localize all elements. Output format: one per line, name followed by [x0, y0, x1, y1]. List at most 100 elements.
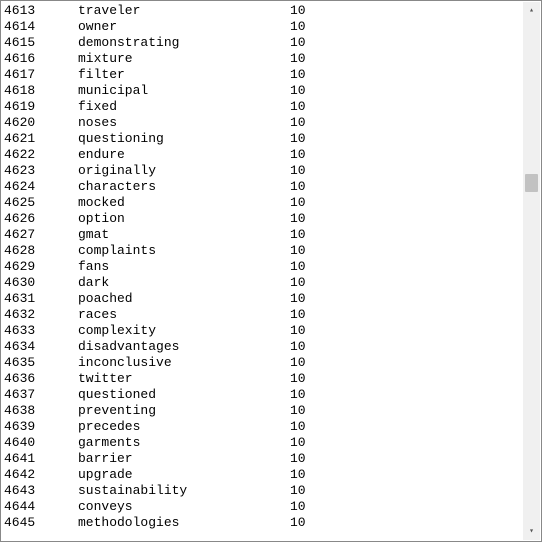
word-cell: garments [78, 435, 290, 451]
table-row[interactable]: 4621questioning10 [1, 131, 523, 147]
count-cell: 10 [290, 387, 306, 403]
line-number: 4639 [4, 419, 78, 435]
word-cell: questioned [78, 387, 290, 403]
table-row[interactable]: 4614owner10 [1, 19, 523, 35]
table-row[interactable]: 4625mocked10 [1, 195, 523, 211]
count-cell: 10 [290, 371, 306, 387]
word-cell: traveler [78, 3, 290, 19]
count-cell: 10 [290, 3, 306, 19]
word-cell: disadvantages [78, 339, 290, 355]
line-number: 4613 [4, 3, 78, 19]
word-cell: owner [78, 19, 290, 35]
count-cell: 10 [290, 499, 306, 515]
count-cell: 10 [290, 147, 306, 163]
table-row[interactable]: 4635inconclusive10 [1, 355, 523, 371]
count-cell: 10 [290, 467, 306, 483]
word-cell: inconclusive [78, 355, 290, 371]
count-cell: 10 [290, 131, 306, 147]
count-cell: 10 [290, 211, 306, 227]
table-row[interactable]: 4641barrier10 [1, 451, 523, 467]
text-content-area[interactable]: 4613traveler104614owner104615demonstrati… [1, 3, 523, 541]
table-row[interactable]: 4624characters10 [1, 179, 523, 195]
table-row[interactable]: 4620noses10 [1, 115, 523, 131]
table-row[interactable]: 4628complaints10 [1, 243, 523, 259]
table-row[interactable]: 4645methodologies10 [1, 515, 523, 531]
word-cell: mocked [78, 195, 290, 211]
count-cell: 10 [290, 99, 306, 115]
table-row[interactable]: 4613traveler10 [1, 3, 523, 19]
table-row[interactable]: 4627gmat10 [1, 227, 523, 243]
scroll-down-button[interactable]: ▾ [523, 523, 540, 540]
word-cell: conveys [78, 499, 290, 515]
table-row[interactable]: 4616mixture10 [1, 51, 523, 67]
count-cell: 10 [290, 451, 306, 467]
table-row[interactable]: 4617filter10 [1, 67, 523, 83]
line-number: 4617 [4, 67, 78, 83]
count-cell: 10 [290, 19, 306, 35]
line-number: 4642 [4, 467, 78, 483]
table-row[interactable]: 4632races10 [1, 307, 523, 323]
table-row[interactable]: 4637questioned10 [1, 387, 523, 403]
line-number: 4640 [4, 435, 78, 451]
count-cell: 10 [290, 243, 306, 259]
scroll-up-button[interactable]: ▴ [523, 2, 540, 19]
word-cell: twitter [78, 371, 290, 387]
line-number: 4627 [4, 227, 78, 243]
count-cell: 10 [290, 355, 306, 371]
line-number: 4628 [4, 243, 78, 259]
count-cell: 10 [290, 275, 306, 291]
word-cell: questioning [78, 131, 290, 147]
line-number: 4614 [4, 19, 78, 35]
table-row[interactable]: 4633complexity10 [1, 323, 523, 339]
count-cell: 10 [290, 515, 306, 531]
count-cell: 10 [290, 259, 306, 275]
count-cell: 10 [290, 195, 306, 211]
table-row[interactable]: 4629fans10 [1, 259, 523, 275]
line-number: 4620 [4, 115, 78, 131]
text-viewer-window: 4613traveler104614owner104615demonstrati… [0, 0, 542, 542]
word-cell: preventing [78, 403, 290, 419]
word-cell: dark [78, 275, 290, 291]
word-cell: races [78, 307, 290, 323]
count-cell: 10 [290, 163, 306, 179]
scroll-thumb[interactable] [525, 174, 538, 192]
table-row[interactable]: 4618municipal10 [1, 83, 523, 99]
word-cell: gmat [78, 227, 290, 243]
table-row[interactable]: 4643sustainability10 [1, 483, 523, 499]
count-cell: 10 [290, 115, 306, 131]
line-number: 4625 [4, 195, 78, 211]
count-cell: 10 [290, 179, 306, 195]
table-row[interactable]: 4630dark10 [1, 275, 523, 291]
table-row[interactable]: 4638preventing10 [1, 403, 523, 419]
count-cell: 10 [290, 291, 306, 307]
word-cell: complexity [78, 323, 290, 339]
word-cell: sustainability [78, 483, 290, 499]
table-row[interactable]: 4640garments10 [1, 435, 523, 451]
table-row[interactable]: 4622endure10 [1, 147, 523, 163]
count-cell: 10 [290, 51, 306, 67]
line-number: 4616 [4, 51, 78, 67]
word-cell: complaints [78, 243, 290, 259]
count-cell: 10 [290, 35, 306, 51]
word-cell: poached [78, 291, 290, 307]
table-row[interactable]: 4626option10 [1, 211, 523, 227]
table-row[interactable]: 4619fixed10 [1, 99, 523, 115]
line-number: 4645 [4, 515, 78, 531]
line-number: 4618 [4, 83, 78, 99]
line-number: 4643 [4, 483, 78, 499]
count-cell: 10 [290, 339, 306, 355]
table-row[interactable]: 4631poached10 [1, 291, 523, 307]
table-row[interactable]: 4634disadvantages10 [1, 339, 523, 355]
line-number: 4636 [4, 371, 78, 387]
count-cell: 10 [290, 67, 306, 83]
vertical-scrollbar[interactable]: ▴ ▾ [523, 2, 540, 540]
line-number: 4629 [4, 259, 78, 275]
word-cell: municipal [78, 83, 290, 99]
table-row[interactable]: 4615demonstrating10 [1, 35, 523, 51]
table-row[interactable]: 4636twitter10 [1, 371, 523, 387]
table-row[interactable]: 4623originally10 [1, 163, 523, 179]
table-row[interactable]: 4644conveys10 [1, 499, 523, 515]
count-cell: 10 [290, 227, 306, 243]
table-row[interactable]: 4639precedes10 [1, 419, 523, 435]
table-row[interactable]: 4642upgrade10 [1, 467, 523, 483]
